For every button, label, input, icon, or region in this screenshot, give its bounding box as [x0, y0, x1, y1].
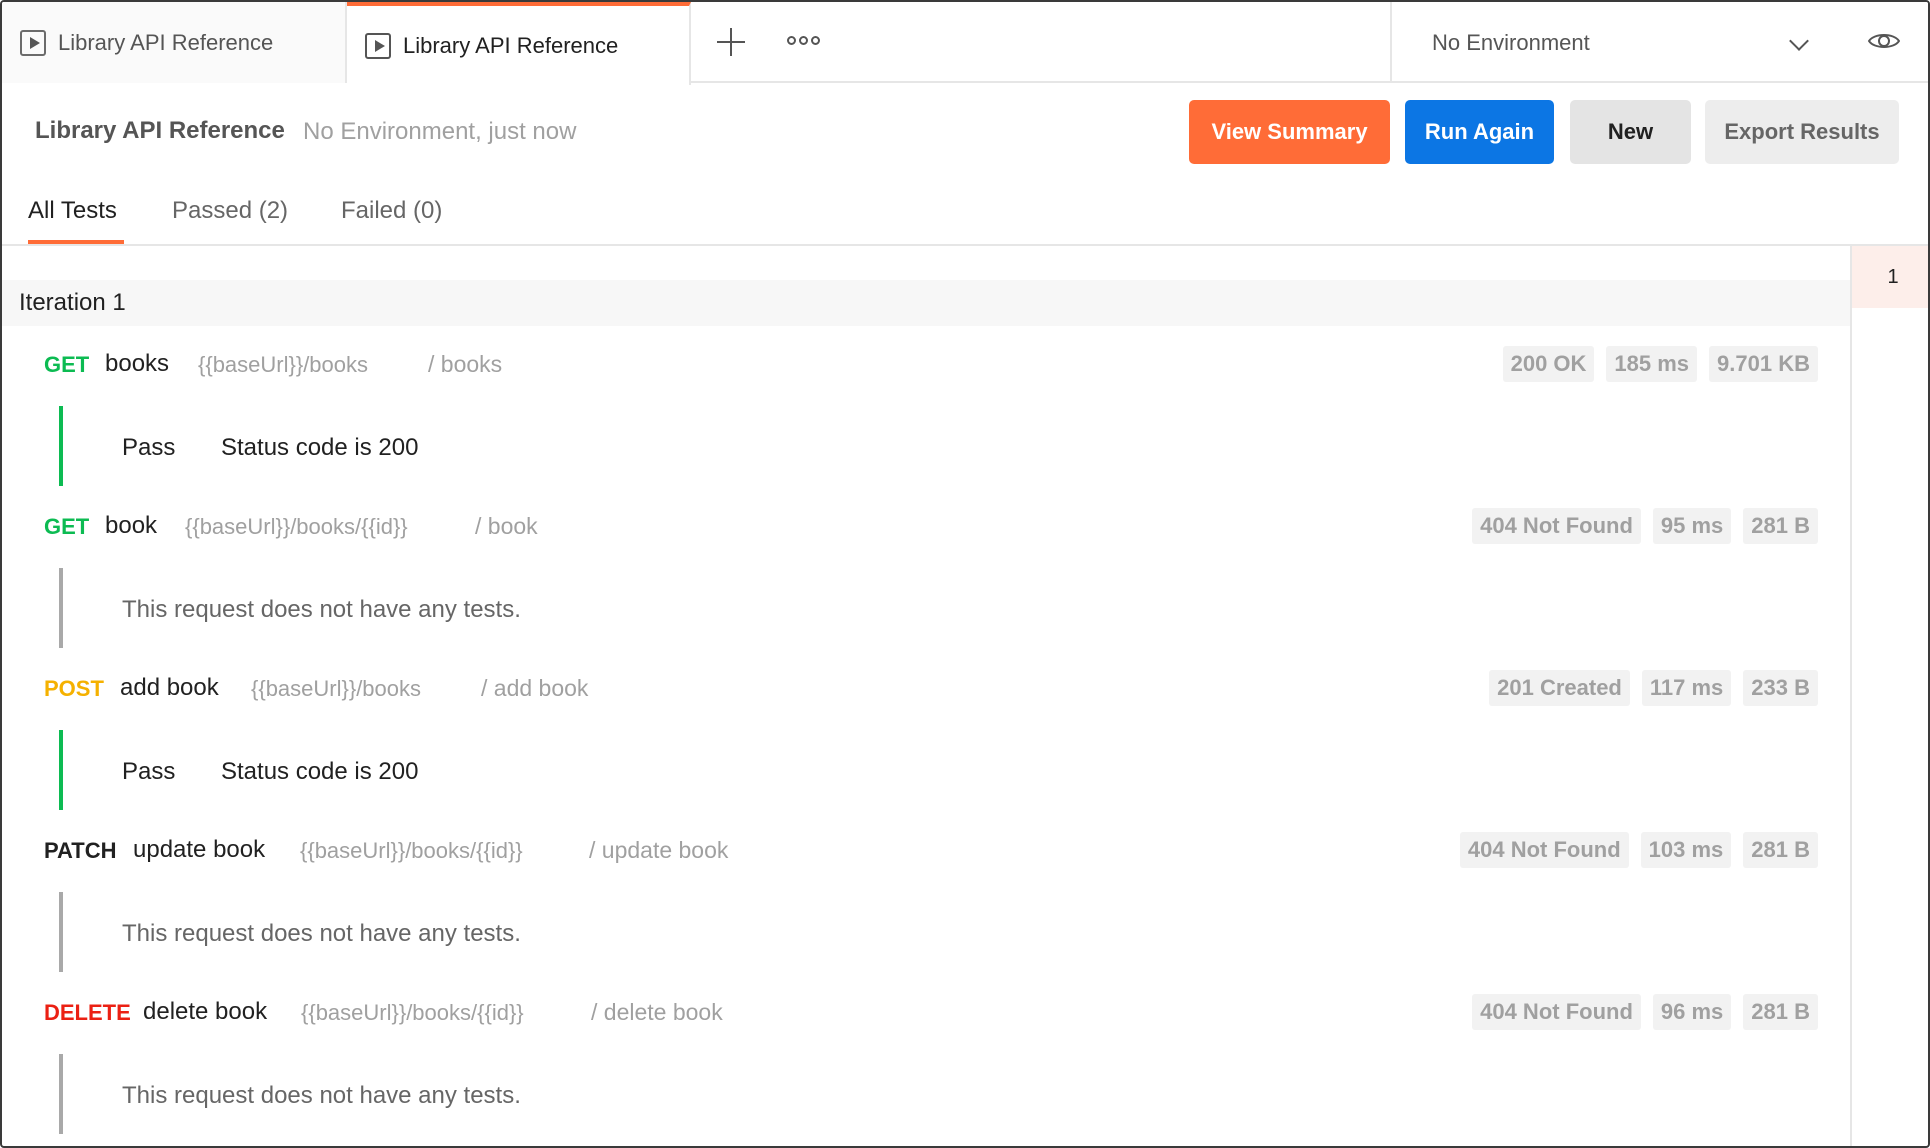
time-badge: 103 ms — [1640, 832, 1732, 868]
no-tests-message: This request does not have any tests. — [122, 1082, 521, 1109]
more-options-icon[interactable] — [787, 36, 820, 45]
request-url: {{baseUrl}}/books/{{id}} — [301, 1000, 524, 1025]
runner-title: Library API Reference — [35, 117, 285, 144]
no-tests-message: This request does not have any tests. — [122, 596, 521, 623]
request-row[interactable]: GET book {{baseUrl}}/books/{{id}} / book… — [2, 508, 1850, 548]
size-badge: 281 B — [1743, 508, 1818, 544]
status-badge: 404 Not Found — [1459, 832, 1629, 868]
request-row[interactable]: POST add book {{baseUrl}}/books / add bo… — [2, 670, 1850, 710]
eye-icon[interactable] — [1868, 30, 1900, 52]
new-tab-plus-icon[interactable] — [717, 28, 745, 56]
no-tests-message: This request does not have any tests. — [122, 920, 521, 947]
test-result-block: Pass Status code is 200 — [59, 730, 1759, 810]
size-badge: 9.701 KB — [1709, 346, 1818, 382]
tab-runner-1[interactable]: Library API Reference — [2, 2, 347, 83]
new-button[interactable]: New — [1570, 100, 1691, 164]
view-summary-button[interactable]: View Summary — [1189, 100, 1390, 164]
test-result-block: This request does not have any tests. — [59, 892, 1759, 972]
time-badge: 117 ms — [1641, 670, 1732, 706]
runner-meta: No Environment, just now — [303, 118, 577, 145]
test-result-block: This request does not have any tests. — [59, 1054, 1759, 1134]
request-url: {{baseUrl}}/books — [251, 676, 422, 701]
time-badge: 95 ms — [1652, 508, 1732, 544]
tab-label: Library API Reference — [403, 32, 619, 58]
header-divider — [2, 244, 1928, 246]
time-badge: 96 ms — [1652, 994, 1732, 1030]
response-badges: 201 Created 117 ms 233 B — [1489, 670, 1818, 706]
test-status: Pass — [122, 758, 176, 785]
runner-play-icon — [365, 32, 391, 59]
environment-selected: No Environment — [1432, 29, 1590, 55]
request-path: / add book — [481, 675, 589, 701]
request-method: PATCH — [44, 838, 117, 863]
tab-label: Library API Reference — [58, 29, 274, 55]
test-result-block: This request does not have any tests. — [59, 568, 1759, 648]
tab-passed[interactable]: Passed (2) — [172, 197, 288, 225]
request-row[interactable]: PATCH update book {{baseUrl}}/books/{{id… — [2, 832, 1850, 872]
run-again-button[interactable]: Run Again — [1405, 100, 1554, 164]
tab-runner-2-active[interactable]: Library API Reference — [347, 2, 691, 85]
request-method: GET — [44, 514, 90, 539]
request-method: POST — [44, 676, 104, 701]
request-method: GET — [44, 352, 90, 377]
status-badge: 404 Not Found — [1472, 508, 1641, 544]
request-url: {{baseUrl}}/books/{{id}} — [300, 838, 523, 863]
request-path: / book — [475, 513, 538, 539]
request-name: delete book — [143, 998, 268, 1025]
size-badge: 281 B — [1743, 832, 1818, 868]
request-path: / update book — [589, 837, 729, 863]
request-url: {{baseUrl}}/books/{{id}} — [185, 514, 408, 539]
runner-play-icon — [20, 29, 46, 56]
request-row[interactable]: DELETE delete book {{baseUrl}}/books/{{i… — [2, 994, 1850, 1034]
size-badge: 281 B — [1743, 994, 1818, 1030]
status-badge: 404 Not Found — [1472, 994, 1641, 1030]
test-name: Status code is 200 — [221, 434, 419, 461]
response-badges: 404 Not Found 96 ms 281 B — [1472, 994, 1818, 1030]
response-badges: 200 OK 185 ms 9.701 KB — [1502, 346, 1818, 382]
tab-bar: Library API Reference Library API Refere… — [2, 2, 1928, 85]
status-badge: 200 OK — [1502, 346, 1595, 382]
iteration-label: Iteration 1 — [19, 289, 126, 316]
test-status: Pass — [122, 434, 176, 461]
request-name: update book — [133, 836, 266, 863]
tab-all-tests[interactable]: All Tests — [28, 197, 117, 225]
environment-select[interactable]: No Environment — [1390, 2, 1810, 83]
iteration-rail-item[interactable]: 1 — [1852, 246, 1928, 308]
response-badges: 404 Not Found 103 ms 281 B — [1459, 832, 1818, 868]
iteration-header: Iteration 1 — [2, 280, 1850, 326]
request-name: add book — [120, 674, 219, 701]
time-badge: 185 ms — [1606, 346, 1698, 382]
request-method: DELETE — [44, 1000, 131, 1025]
request-url: {{baseUrl}}/books — [198, 352, 369, 377]
request-name: book — [105, 512, 158, 539]
test-name: Status code is 200 — [221, 758, 419, 785]
request-path: / books — [428, 351, 503, 377]
export-results-button[interactable]: Export Results — [1705, 100, 1899, 164]
status-badge: 201 Created — [1489, 670, 1630, 706]
request-path: / delete book — [591, 999, 723, 1025]
runner-window: Library API Reference Library API Refere… — [0, 0, 1930, 1148]
tab-failed[interactable]: Failed (0) — [341, 197, 442, 225]
test-result-block: Pass Status code is 200 — [59, 406, 1759, 486]
request-name: books — [105, 350, 170, 377]
request-row[interactable]: GET books {{baseUrl}}/books / books 200 … — [2, 346, 1850, 386]
response-badges: 404 Not Found 95 ms 281 B — [1472, 508, 1818, 544]
iteration-rail: 1 — [1850, 246, 1928, 1146]
size-badge: 233 B — [1743, 670, 1818, 706]
